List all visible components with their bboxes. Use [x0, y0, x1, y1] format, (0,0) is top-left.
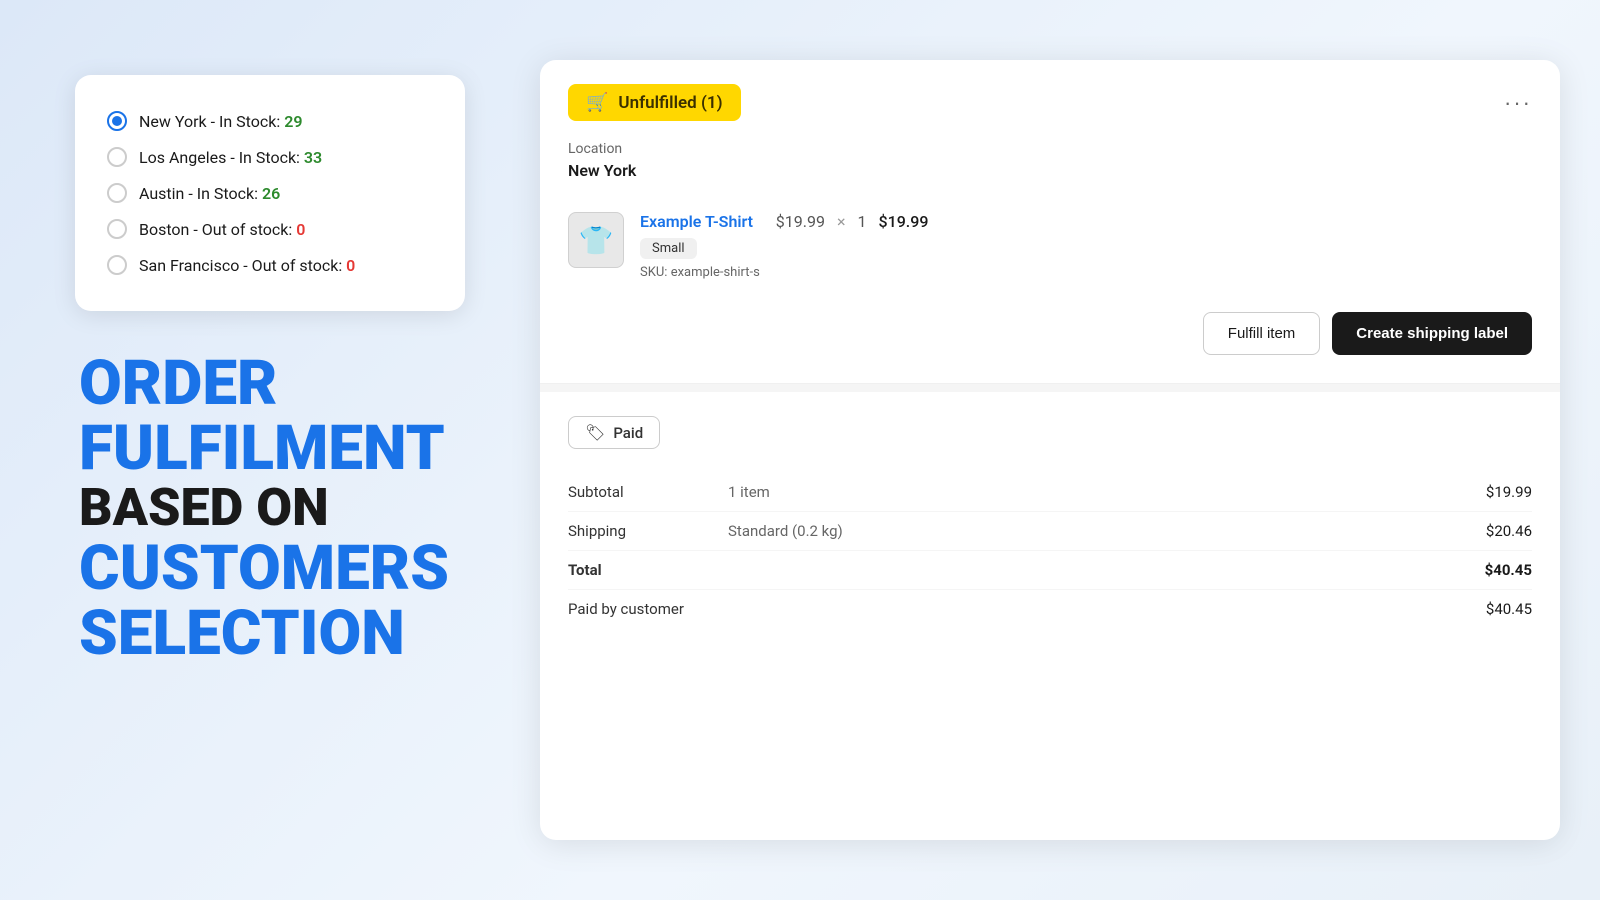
- location-field-value: New York: [568, 161, 1532, 180]
- location-label-los-angeles: Los Angeles - In Stock: 33: [139, 148, 322, 167]
- order-panel: 🛒 Unfulfilled (1) ··· Location New York …: [540, 60, 1560, 840]
- paid-icon: 🏷: [585, 423, 605, 442]
- product-sku: SKU: example-shirt-s: [640, 265, 760, 280]
- headline-line4: CUSTOMERS: [79, 536, 465, 601]
- shipping-value: $20.46: [1452, 522, 1532, 540]
- total-value: $40.45: [1452, 561, 1532, 579]
- subtotal-value: $19.99: [1452, 483, 1532, 501]
- product-variant: Small: [640, 238, 697, 259]
- radio-san-francisco[interactable]: [107, 255, 127, 275]
- location-item-austin[interactable]: Austin - In Stock: 26: [107, 175, 433, 211]
- price-x: ×: [837, 212, 846, 231]
- headline-line2: FULFILMENT: [79, 416, 465, 481]
- unfulfilled-section: 🛒 Unfulfilled (1) ··· Location New York …: [540, 60, 1560, 384]
- summary-row-shipping: Shipping Standard (0.2 kg) $20.46: [568, 512, 1532, 551]
- price-qty: 1: [858, 212, 867, 231]
- price-unit: $19.99: [776, 212, 825, 231]
- radio-new-york[interactable]: [107, 111, 127, 131]
- stock-new-york: 29: [284, 112, 302, 131]
- location-item-san-francisco[interactable]: San Francisco - Out of stock: 0: [107, 247, 433, 283]
- location-label-san-francisco: San Francisco - Out of stock: 0: [139, 256, 355, 275]
- shipping-label: Shipping: [568, 522, 728, 540]
- headline-line1: ORDER: [79, 351, 465, 416]
- stock-austin: 26: [262, 184, 280, 203]
- product-name[interactable]: Example T-Shirt: [640, 212, 760, 231]
- headline-line3: BASED ON: [79, 481, 465, 536]
- subtotal-label: Subtotal: [568, 483, 728, 501]
- location-info: Location New York: [568, 141, 1532, 180]
- location-label-new-york: New York - In Stock: 29: [139, 112, 302, 131]
- location-card: New York - In Stock: 29 Los Angeles - In…: [75, 75, 465, 311]
- radio-boston[interactable]: [107, 219, 127, 239]
- shipping-desc: Standard (0.2 kg): [728, 522, 1452, 540]
- radio-los-angeles[interactable]: [107, 147, 127, 167]
- sku-value: example-shirt-s: [671, 265, 760, 280]
- location-item-new-york[interactable]: New York - In Stock: 29: [107, 103, 433, 139]
- paid-label: Paid: [613, 424, 643, 442]
- subtotal-desc: 1 item: [728, 483, 1452, 501]
- paid-by-customer-value: $40.45: [1452, 600, 1532, 618]
- more-options-button[interactable]: ···: [1504, 90, 1532, 116]
- location-label-austin: Austin - In Stock: 26: [139, 184, 280, 203]
- location-item-boston[interactable]: Boston - Out of stock: 0: [107, 211, 433, 247]
- stock-san-francisco: 0: [346, 256, 355, 275]
- headline: ORDER FULFILMENT BASED ON CUSTOMERS SELE…: [75, 351, 465, 666]
- left-panel: New York - In Stock: 29 Los Angeles - In…: [75, 75, 465, 666]
- sku-label: SKU:: [640, 265, 667, 280]
- paid-by-customer-label: Paid by customer: [568, 600, 728, 618]
- fulfill-item-button[interactable]: Fulfill item: [1203, 312, 1321, 355]
- location-label-boston: Boston - Out of stock: 0: [139, 220, 305, 239]
- action-row: Fulfill item Create shipping label: [568, 296, 1532, 363]
- radio-austin[interactable]: [107, 183, 127, 203]
- product-row: 👕 Example T-Shirt Small SKU: example-shi…: [568, 196, 928, 296]
- paid-section: 🏷 Paid Subtotal 1 item $19.99 Shipping S…: [540, 392, 1560, 652]
- product-pricing: $19.99 × 1 $19.99: [776, 212, 929, 231]
- location-field-label: Location: [568, 141, 1532, 157]
- product-icon: 👕: [579, 224, 614, 257]
- product-row-wrapper: 👕 Example T-Shirt Small SKU: example-shi…: [568, 196, 1532, 296]
- summary-row-total: Total $40.45: [568, 551, 1532, 590]
- summary-row-paid-by-customer: Paid by customer $40.45: [568, 590, 1532, 628]
- unfulfilled-header: 🛒 Unfulfilled (1) ···: [568, 84, 1532, 121]
- total-label: Total: [568, 561, 728, 579]
- section-divider: [540, 384, 1560, 392]
- price-total: $19.99: [879, 212, 929, 231]
- location-item-los-angeles[interactable]: Los Angeles - In Stock: 33: [107, 139, 433, 175]
- summary-row-subtotal: Subtotal 1 item $19.99: [568, 473, 1532, 512]
- product-details: Example T-Shirt Small SKU: example-shirt…: [640, 212, 760, 280]
- product-thumbnail: 👕: [568, 212, 624, 268]
- paid-badge: 🏷 Paid: [568, 416, 660, 449]
- unfulfilled-badge: 🛒 Unfulfilled (1): [568, 84, 741, 121]
- unfulfilled-label: Unfulfilled (1): [618, 93, 722, 113]
- create-shipping-label-button[interactable]: Create shipping label: [1332, 312, 1532, 355]
- headline-line5: SELECTION: [79, 601, 465, 666]
- unfulfilled-icon: 🛒: [586, 92, 608, 113]
- stock-boston: 0: [296, 220, 305, 239]
- stock-los-angeles: 33: [304, 148, 322, 167]
